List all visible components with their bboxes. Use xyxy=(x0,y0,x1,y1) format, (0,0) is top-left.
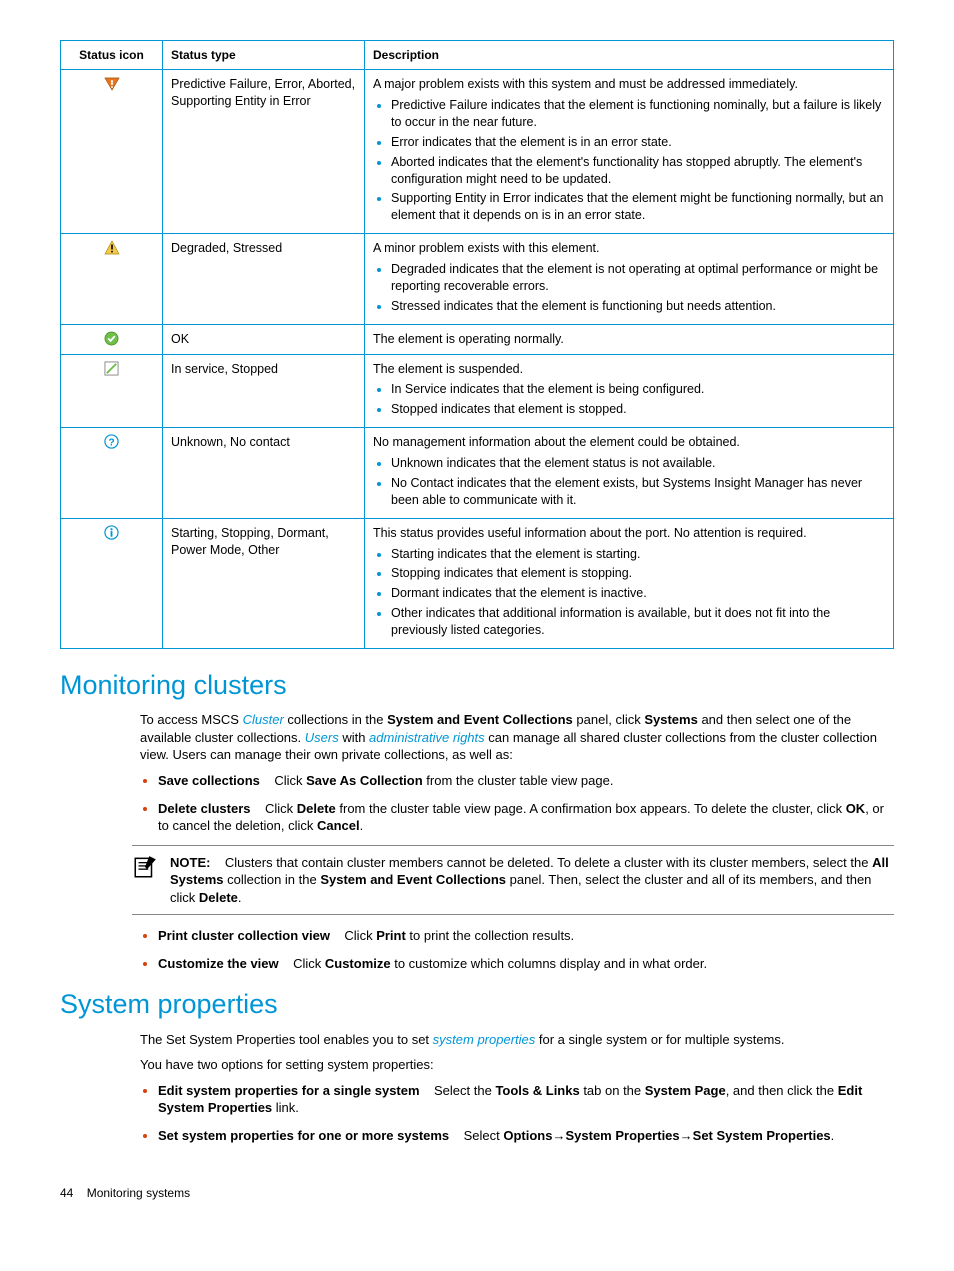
list-item: Predictive Failure indicates that the el… xyxy=(391,97,885,131)
list-item: Set system properties for one or more sy… xyxy=(158,1127,894,1145)
list-item: Error indicates that the element is in a… xyxy=(391,134,885,151)
page-number: 44 xyxy=(60,1186,73,1200)
status-desc-cell: A major problem exists with this system … xyxy=(365,70,894,234)
list-item: No Contact indicates that the element ex… xyxy=(391,475,885,509)
list-item: In Service indicates that the element is… xyxy=(391,381,885,398)
status-error-icon xyxy=(61,70,163,234)
heading-monitoring-clusters: Monitoring clusters xyxy=(60,667,894,703)
status-type-cell: Unknown, No contact xyxy=(163,428,365,519)
status-desc-cell: The element is operating normally. xyxy=(365,324,894,354)
list-item: Customize the view Click Customize to cu… xyxy=(158,955,894,973)
status-type-cell: Degraded, Stressed xyxy=(163,234,365,325)
list-item: Dormant indicates that the element is in… xyxy=(391,585,885,602)
list-item: Stopped indicates that element is stoppe… xyxy=(391,401,885,418)
system-properties-list: Edit system properties for a single syst… xyxy=(140,1082,894,1145)
status-icon-table: Status icon Status type Description Pred… xyxy=(60,40,894,649)
th-status-type: Status type xyxy=(163,41,365,70)
note-block: NOTE: Clusters that contain cluster memb… xyxy=(132,845,894,916)
status-type-cell: In service, Stopped xyxy=(163,354,365,428)
cluster-actions-list: Save collections Click Save As Collectio… xyxy=(140,772,894,835)
system-properties-options: You have two options for setting system … xyxy=(140,1056,894,1074)
th-description: Description xyxy=(365,41,894,70)
list-item: Stopping indicates that element is stopp… xyxy=(391,565,885,582)
link-system-properties[interactable]: system properties xyxy=(433,1032,536,1047)
list-item: Aborted indicates that the element's fun… xyxy=(391,154,885,188)
list-item: Print cluster collection view Click Prin… xyxy=(158,927,894,945)
th-status-icon: Status icon xyxy=(61,41,163,70)
link-cluster[interactable]: Cluster xyxy=(243,712,284,727)
table-row: ? Unknown, No contactNo management inform… xyxy=(61,428,894,519)
status-desc-cell: This status provides useful information … xyxy=(365,518,894,648)
cluster-actions-list-2: Print cluster collection view Click Prin… xyxy=(140,927,894,972)
status-desc-cell: No management information about the elem… xyxy=(365,428,894,519)
list-item: Edit system properties for a single syst… xyxy=(158,1082,894,1117)
table-row: Degraded, StressedA minor problem exists… xyxy=(61,234,894,325)
page-footer: 44 Monitoring systems xyxy=(60,1185,894,1201)
list-item: Starting indicates that the element is s… xyxy=(391,546,885,563)
note-text: NOTE: Clusters that contain cluster memb… xyxy=(170,854,894,907)
monitoring-clusters-intro: To access MSCS Cluster collections in th… xyxy=(140,711,894,764)
status-type-cell: Predictive Failure, Error, Aborted, Supp… xyxy=(163,70,365,234)
status-desc-cell: A minor problem exists with this element… xyxy=(365,234,894,325)
table-row: OKThe element is operating normally. xyxy=(61,324,894,354)
list-item: Delete clusters Click Delete from the cl… xyxy=(158,800,894,835)
status-type-cell: OK xyxy=(163,324,365,354)
link-admin-rights[interactable]: administrative rights xyxy=(369,730,485,745)
status-warning-icon xyxy=(61,234,163,325)
table-row: Predictive Failure, Error, Aborted, Supp… xyxy=(61,70,894,234)
status-info-icon xyxy=(61,518,163,648)
footer-title: Monitoring systems xyxy=(87,1186,190,1200)
list-item: Degraded indicates that the element is n… xyxy=(391,261,885,295)
status-ok-icon xyxy=(61,324,163,354)
status-type-cell: Starting, Stopping, Dormant, Power Mode,… xyxy=(163,518,365,648)
status-desc-cell: The element is suspended.In Service indi… xyxy=(365,354,894,428)
svg-text:?: ? xyxy=(108,437,114,448)
list-item: Supporting Entity in Error indicates tha… xyxy=(391,190,885,224)
note-icon xyxy=(132,854,160,907)
list-item: Unknown indicates that the element statu… xyxy=(391,455,885,472)
table-row: Starting, Stopping, Dormant, Power Mode,… xyxy=(61,518,894,648)
system-properties-intro: The Set System Properties tool enables y… xyxy=(140,1031,894,1049)
link-users[interactable]: Users xyxy=(305,730,339,745)
list-item: Stressed indicates that the element is f… xyxy=(391,298,885,315)
heading-system-properties: System properties xyxy=(60,986,894,1022)
table-row: In service, StoppedThe element is suspen… xyxy=(61,354,894,428)
list-item: Other indicates that additional informat… xyxy=(391,605,885,639)
list-item: Save collections Click Save As Collectio… xyxy=(158,772,894,790)
status-suspended-icon xyxy=(61,354,163,428)
status-unknown-icon: ? xyxy=(61,428,163,519)
